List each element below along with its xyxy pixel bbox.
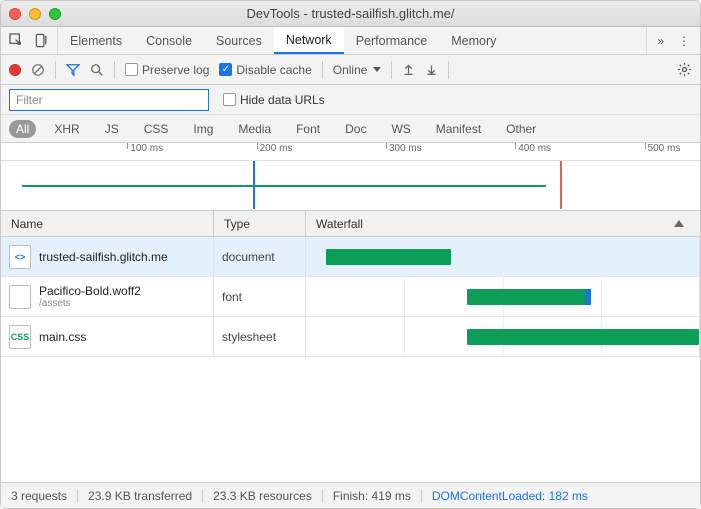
status-transferred: 23.9 KB transferred	[78, 489, 203, 503]
waterfall-bar	[326, 249, 452, 265]
file-icon	[9, 285, 31, 309]
zoom-window-button[interactable]	[49, 8, 61, 20]
status-requests: 3 requests	[11, 489, 78, 503]
close-window-button[interactable]	[9, 8, 21, 20]
separator	[114, 61, 115, 79]
resource-type-filter: All XHR JS CSS Img Media Font Doc WS Man…	[1, 115, 700, 143]
throttling-value: Online	[333, 63, 368, 77]
type-font[interactable]: Font	[289, 120, 327, 138]
request-type: stylesheet	[214, 317, 306, 356]
col-header-name[interactable]: Name	[1, 211, 214, 236]
tab-network[interactable]: Network	[274, 27, 344, 54]
request-table: <> trusted-sailfish.glitch.me document P…	[1, 237, 700, 482]
type-ws[interactable]: WS	[384, 120, 417, 138]
tab-elements[interactable]: Elements	[58, 27, 134, 54]
filter-toggle-icon[interactable]	[66, 63, 80, 77]
separator	[322, 61, 323, 79]
tab-console[interactable]: Console	[134, 27, 204, 54]
separator	[391, 61, 392, 79]
table-row[interactable]: Pacifico-Bold.woff2 /assets font	[1, 277, 700, 317]
status-dcl: DOMContentLoaded: 182 ms	[422, 489, 598, 503]
overview-timeline[interactable]: 100 ms 200 ms 300 ms 400 ms 500 ms	[1, 143, 700, 211]
type-media[interactable]: Media	[231, 120, 278, 138]
minimize-window-button[interactable]	[29, 8, 41, 20]
status-bar: 3 requests 23.9 KB transferred 23.3 KB r…	[1, 482, 700, 508]
type-css[interactable]: CSS	[137, 120, 176, 138]
waterfall-bar	[467, 329, 699, 345]
waterfall-cap	[585, 289, 591, 305]
type-other[interactable]: Other	[499, 120, 543, 138]
table-row[interactable]: CSS main.css stylesheet	[1, 317, 700, 357]
preserve-log-label: Preserve log	[142, 63, 209, 77]
css-file-icon: CSS	[9, 325, 31, 349]
request-name: trusted-sailfish.glitch.me	[39, 250, 168, 264]
settings-gear-icon[interactable]	[677, 62, 692, 77]
disable-cache-label: Disable cache	[236, 63, 311, 77]
devtools-tabbar: Elements Console Sources Network Perform…	[1, 27, 700, 55]
disable-cache-checkbox[interactable]: ✓ Disable cache	[219, 63, 311, 77]
request-type: document	[214, 237, 306, 276]
filter-input[interactable]	[9, 89, 209, 111]
document-icon: <>	[9, 245, 31, 269]
request-name: Pacifico-Bold.woff2	[39, 284, 141, 298]
clear-icon[interactable]	[31, 63, 45, 77]
device-toggle-icon[interactable]	[34, 33, 49, 48]
download-har-icon[interactable]	[425, 63, 438, 76]
upload-har-icon[interactable]	[402, 63, 415, 76]
tabs-menu-button[interactable]: ⋮	[678, 34, 690, 48]
window-title: DevTools - trusted-sailfish.glitch.me/	[246, 6, 454, 21]
separator	[448, 61, 449, 79]
tick: 200 ms	[260, 143, 293, 154]
request-name: main.css	[39, 330, 86, 344]
chevron-down-icon	[373, 67, 381, 72]
table-header: Name Type Waterfall	[1, 211, 700, 237]
tick: 400 ms	[518, 143, 551, 154]
type-manifest[interactable]: Manifest	[429, 120, 488, 138]
tabs-overflow-button[interactable]: »	[657, 34, 664, 48]
waterfall-cell	[306, 317, 700, 356]
status-finish: Finish: 419 ms	[323, 489, 422, 503]
type-img[interactable]: Img	[186, 120, 220, 138]
separator	[55, 61, 56, 79]
type-all[interactable]: All	[9, 120, 36, 138]
col-header-waterfall[interactable]: Waterfall	[306, 211, 700, 236]
window-titlebar: DevTools - trusted-sailfish.glitch.me/	[1, 1, 700, 27]
sort-asc-icon	[674, 220, 684, 227]
record-button[interactable]	[9, 64, 21, 76]
type-doc[interactable]: Doc	[338, 120, 373, 138]
domcontentloaded-marker	[253, 161, 255, 209]
col-header-type[interactable]: Type	[214, 211, 306, 236]
inspect-element-icon[interactable]	[9, 33, 24, 48]
network-toolbar: Preserve log ✓ Disable cache Online	[1, 55, 700, 85]
tick: 300 ms	[389, 143, 422, 154]
status-resources: 23.3 KB resources	[203, 489, 323, 503]
tab-sources[interactable]: Sources	[204, 27, 274, 54]
tick: 100 ms	[130, 143, 163, 154]
request-type: font	[214, 277, 306, 316]
hide-data-urls-checkbox[interactable]: Hide data URLs	[223, 93, 325, 107]
table-row[interactable]: <> trusted-sailfish.glitch.me document	[1, 237, 700, 277]
load-marker	[560, 161, 562, 209]
preserve-log-checkbox[interactable]: Preserve log	[125, 63, 209, 77]
request-path: /assets	[39, 298, 141, 309]
type-js[interactable]: JS	[98, 120, 126, 138]
type-xhr[interactable]: XHR	[47, 120, 86, 138]
waterfall-cell	[306, 277, 700, 316]
waterfall-cell	[306, 237, 700, 276]
activity-bar	[22, 185, 546, 187]
filter-bar: Hide data URLs	[1, 85, 700, 115]
tab-performance[interactable]: Performance	[344, 27, 440, 54]
waterfall-bar	[467, 289, 589, 305]
throttling-select[interactable]: Online	[333, 63, 382, 77]
tab-memory[interactable]: Memory	[439, 27, 508, 54]
hide-data-urls-label: Hide data URLs	[240, 93, 325, 107]
tick: 500 ms	[648, 143, 681, 154]
search-icon[interactable]	[90, 63, 104, 77]
